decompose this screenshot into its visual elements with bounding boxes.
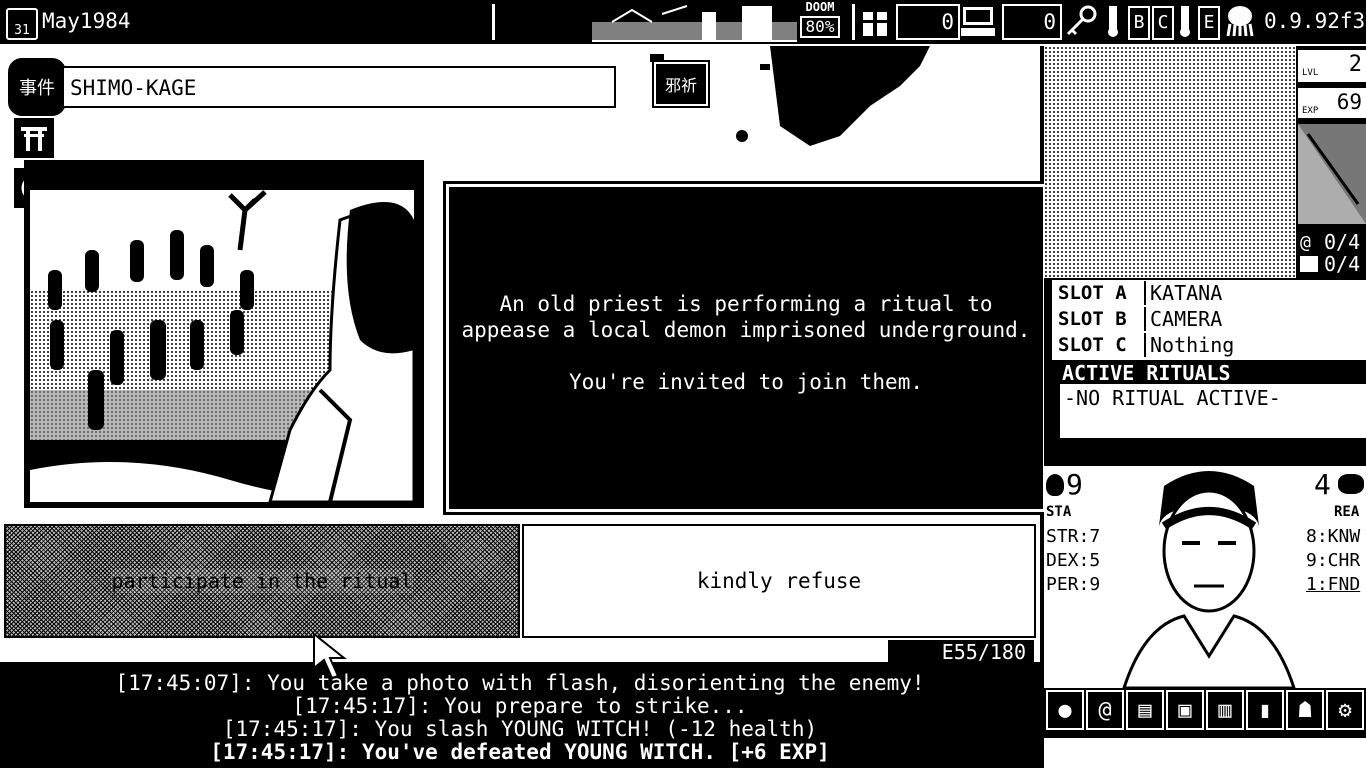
octopus-icon[interactable]: ☗ <box>1286 690 1324 730</box>
gear-icon[interactable]: ⚙ <box>1326 690 1364 730</box>
key-letter-b[interactable]: B <box>1128 6 1150 40</box>
event-counter: E55/180 <box>888 640 1034 664</box>
location-title: SHIMO-KAGE <box>70 76 197 100</box>
slot-a-value[interactable]: KATANA <box>1144 281 1222 305</box>
reason-label: REA <box>1334 504 1360 520</box>
slot-c-value[interactable]: Nothing <box>1144 333 1234 357</box>
building-icon[interactable]: ▥ <box>1206 690 1244 730</box>
exp-value: 69 <box>1336 90 1362 114</box>
event-counter-value: E55/180 <box>941 640 1026 664</box>
tarot-icon[interactable]: ▣ <box>1166 690 1204 730</box>
log-entry: [17:45:07]: You take a photo with flash,… <box>115 671 925 695</box>
character-portrait <box>1122 471 1296 688</box>
menu-toolbar: ● @ ▤ ▣ ▥ ▮ ☗ ⚙ <box>1044 688 1366 732</box>
character-portrait-area: 9 STA STR:7 DEX:5 PER:9 4 REA 8:KNW 9:CH… <box>1044 466 1366 688</box>
slot-b-label: SLOT B <box>1058 308 1127 330</box>
status-strip <box>1044 738 1366 768</box>
thermometer-icon[interactable] <box>1174 4 1196 38</box>
character-panel: LVL 2 EXP 69 @ 0/4 0/4 SLOT A KATANA SLO… <box>1044 46 1366 768</box>
items-counter: 0/4 <box>1324 252 1361 276</box>
event-category-badge: 事件 <box>8 58 66 116</box>
key-letter-e[interactable]: E <box>1198 6 1220 40</box>
calendar-icon: 31 <box>6 8 38 40</box>
log-entry: [17:45:17]: You slash YOUNG WITCH! (-12 … <box>222 717 818 741</box>
event-category-glyph: 事件 <box>19 78 55 99</box>
stamina-icon <box>1046 474 1064 496</box>
event-illustration-frame <box>24 160 424 508</box>
doom-skyline <box>592 2 797 42</box>
choice-refuse-label: kindly refuse <box>696 569 862 593</box>
reason-value: 4 <box>1314 468 1331 501</box>
event-description: An old priest is performing a ritual to … <box>461 292 1031 342</box>
minimap <box>1044 46 1296 278</box>
choice-participate-button[interactable]: participate in the ritual <box>4 524 520 638</box>
event-seal-glyph: 邪祈 <box>664 76 697 95</box>
stamina-label: STA <box>1046 504 1072 520</box>
stat-knw: 8:KNW <box>1306 526 1361 547</box>
doom-meter: DOOM 80% <box>798 0 842 40</box>
stat-per: PER:9 <box>1046 574 1101 595</box>
event-invitation: You're invited to join them. <box>568 370 923 394</box>
event-description-box: An old priest is performing a ritual to … <box>446 184 1046 512</box>
active-rituals-panel: ACTIVE RITUALS -NO RITUAL ACTIVE- <box>1058 360 1366 440</box>
equipment-slots: SLOT A KATANA SLOT B CAMERA SLOT C Nothi… <box>1052 280 1366 360</box>
level-box: LVL 2 <box>1298 50 1366 82</box>
skyline-art <box>592 5 797 40</box>
funds-value: 0 <box>941 10 954 34</box>
gift-icon <box>860 4 890 38</box>
key-icon[interactable] <box>1064 4 1098 38</box>
spiral-icon[interactable]: @ <box>1086 690 1124 730</box>
stat-fnd: 1:FND <box>1306 574 1361 595</box>
exp-label: EXP <box>1302 106 1319 116</box>
message-log: [17:45:07]: You take a photo with flash,… <box>0 672 1040 768</box>
slot-b-value[interactable]: CAMERA <box>1144 307 1222 331</box>
spiral-icon: @ <box>1300 232 1311 253</box>
date-label: May1984 <box>42 9 131 33</box>
key-letter-c[interactable]: C <box>1152 6 1174 40</box>
octopus-icon[interactable] <box>1222 4 1258 38</box>
active-rituals-title: ACTIVE RITUALS <box>1060 362 1366 384</box>
location-thumbnail <box>1298 124 1366 224</box>
slot-a-label: SLOT A <box>1058 282 1127 304</box>
experience-counter-value: 0 <box>1043 10 1056 34</box>
ritual-scene-art <box>30 190 414 502</box>
active-rituals-value: -NO RITUAL ACTIVE- <box>1064 386 1281 410</box>
mouse-cursor-icon <box>312 631 352 686</box>
log-entry: [17:45:17]: You've defeated YOUNG WITCH.… <box>210 740 830 764</box>
divider <box>492 4 495 40</box>
divider <box>852 4 855 40</box>
stat-str: STR:7 <box>1046 526 1101 547</box>
choice-participate-label: participate in the ritual <box>111 569 413 593</box>
stat-dex: DEX:5 <box>1046 550 1101 571</box>
funds-counter: 0 <box>896 4 960 40</box>
exp-box: EXP 69 <box>1298 88 1366 118</box>
torii-icon[interactable] <box>14 118 54 158</box>
level-label: LVL <box>1302 68 1319 78</box>
log-entry: [17:45:17]: You prepare to strike... <box>292 694 748 718</box>
experience-counter: 0 <box>1002 4 1062 40</box>
spells-counter: 0/4 <box>1324 230 1361 254</box>
brain-icon <box>1338 474 1364 494</box>
doom-label: DOOM <box>805 0 835 14</box>
computer-icon <box>960 4 996 38</box>
version-label: 0.9.92f3 <box>1264 9 1366 33</box>
choice-refuse-button[interactable]: kindly refuse <box>522 524 1036 638</box>
calendar-day: 31 <box>14 23 30 38</box>
door-icon[interactable]: ▮ <box>1246 690 1284 730</box>
bag-icon <box>1300 256 1318 272</box>
chart-icon[interactable]: ▤ <box>1126 690 1164 730</box>
stamina-value: 9 <box>1066 468 1083 501</box>
top-bar: 31 May1984 DOOM 80% 0 0 B C E 0.9.92f3 <box>0 0 1366 46</box>
cthulhu-icon[interactable]: ● <box>1046 690 1084 730</box>
location-title-box: SHIMO-KAGE <box>62 66 616 108</box>
event-illustration <box>30 190 414 502</box>
level-value: 2 <box>1348 52 1362 77</box>
doom-value: 80% <box>800 16 840 38</box>
stat-chr: 9:CHR <box>1306 550 1361 571</box>
thermometer-icon[interactable] <box>1102 4 1124 38</box>
event-seal: 邪祈 <box>652 60 710 108</box>
slot-c-label: SLOT C <box>1058 334 1127 356</box>
